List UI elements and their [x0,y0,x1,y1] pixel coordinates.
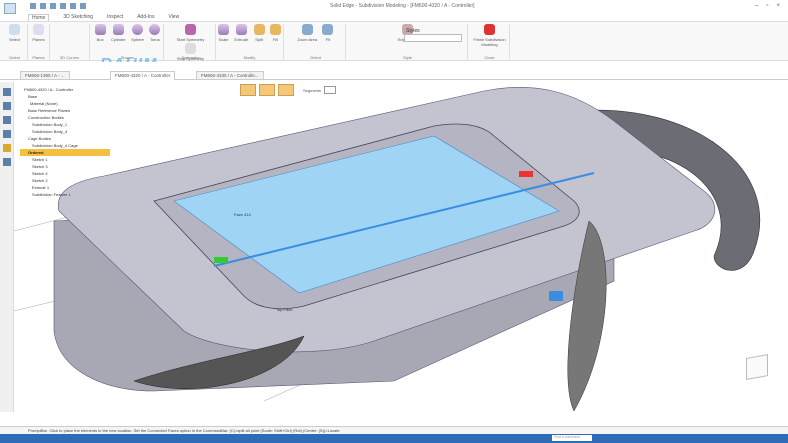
tab-view[interactable]: View [168,14,179,21]
command-bar: Segments [240,84,337,96]
view-cube[interactable] [746,354,768,380]
ribbon: Select Select Planes Planes 3D Curves Box … [0,21,788,61]
tab-3d-sketching[interactable]: 3D Sketching [63,14,93,21]
tree-item[interactable]: Sketch 2 [20,177,110,184]
group-3d-curves: 3D Curves [50,24,90,60]
fit-button[interactable]: Fit [322,24,334,42]
feature-library-icon[interactable] [3,158,11,166]
prompt-bar: PromptBar Click to place the elements in… [0,426,788,434]
planes-button[interactable]: Planes [32,24,45,42]
title-bar: Solid Edge - Subdivision Modeling - [FM6… [0,0,788,14]
document-tabs: FM600-1390 / A - ... FM600-4320 / A - Co… [0,62,788,80]
segments-label: Segments [303,87,322,93]
tree-item[interactable]: Subdivision Body_4 [20,128,110,135]
tree-item[interactable]: Ordered [20,149,110,156]
options-button[interactable] [240,84,256,96]
pathfinder-tree: FM600-4320 / A - Controller Base Material … [20,86,110,198]
select-button[interactable]: Select [9,24,20,42]
group-planes: Planes Planes [28,24,50,60]
redo-icon[interactable] [80,3,86,9]
group-symmetry: Start Symmetry Stop Symmetry Symmetry [166,24,216,61]
start-symmetry-button[interactable]: Start Symmetry [177,24,204,42]
sphere-button[interactable]: Sphere [131,24,144,42]
quick-access-toolbar [30,3,86,9]
tree-item[interactable]: FM600-4320 / A - Controller [20,86,110,93]
tab-home[interactable]: Home [28,14,50,21]
torus-button[interactable]: Torus [149,24,161,42]
prompt-message: Click to place the elements in the new l… [49,428,340,433]
tree-item[interactable]: Sketch 1 [20,156,110,163]
group-select: Select Select [2,24,28,60]
styles-dropdown[interactable] [404,34,462,42]
group-modify: Scale Extrude Split Fill Modify [216,24,284,60]
doc-tab-3[interactable]: FM600-4330 / A - Controlle... [196,71,264,80]
undo-icon[interactable] [70,3,76,9]
ribbon-tabs: Home 3D Sketching Inspect Add-Ins View [28,14,179,21]
application-button[interactable] [4,3,16,14]
3d-viewport[interactable]: Face 414 Top Face [14,81,788,414]
doc-tab-1[interactable]: FM600-1390 / A - ... [20,71,70,80]
box-button[interactable]: Box [94,24,106,42]
tree-item[interactable]: Sketch 4 [20,170,110,177]
left-toolstrip [0,82,14,412]
prompt-label: PromptBar [28,428,48,433]
blue-handle [549,291,563,301]
fill-button[interactable]: Fill [269,24,281,42]
sensors-icon[interactable] [3,130,11,138]
status-bar: Find a command [0,434,788,443]
tree-item[interactable]: Base Reference Planes [20,107,110,114]
group-orient: Zoom Area Fit Orient [286,24,346,60]
minimize-button[interactable]: – [755,3,758,9]
scale-button[interactable]: Scale [218,24,230,42]
find-command-input[interactable]: Find a command [552,435,592,441]
tree-item[interactable]: Extrude 1 [20,184,110,191]
tree-item[interactable]: Sketch 3 [20,163,110,170]
doc-tab-2[interactable]: FM600-4320 / A - Controller [110,71,176,80]
segments-input[interactable] [324,86,337,94]
print-icon[interactable] [60,3,66,9]
layers-icon[interactable] [3,116,11,124]
library-icon[interactable] [3,102,11,110]
group-shapes: Box Cylinder Sphere Torus Shapes [92,24,164,60]
group-close: Finish Subdivision Modeling Close [470,24,510,60]
top-face-label: Top Face [276,307,293,312]
tab-inspect[interactable]: Inspect [107,14,123,21]
tree-item[interactable]: Construction Bodies [20,114,110,121]
tree-item[interactable]: Cage Bodies [20,135,110,142]
split-button[interactable]: Split [253,24,265,42]
tree-item[interactable]: Base [20,93,110,100]
green-handle [214,257,228,263]
tree-item[interactable]: Subdivision Feature 1 [20,191,110,198]
rotate-button[interactable] [278,84,294,96]
group-style: Edge Style Styles Style [348,24,468,60]
move-button[interactable] [259,84,275,96]
window-title: Solid Edge - Subdivision Modeling - [FM6… [330,3,475,9]
save-icon[interactable] [50,3,56,9]
new-icon[interactable] [30,3,36,9]
key-icon[interactable] [3,144,11,152]
close-button[interactable]: × [776,3,780,9]
pathfinder-icon[interactable] [3,88,11,96]
tree-item[interactable]: Subdivision Body_1 [20,121,110,128]
maximize-button[interactable]: ▫ [766,3,768,9]
open-icon[interactable] [40,3,46,9]
finish-subdivision-button[interactable]: Finish Subdivision Modeling [472,24,507,47]
red-handle [519,171,533,177]
model-view: Face 414 Top Face [14,86,760,412]
tree-item[interactable]: Material (None) [20,100,110,107]
cylinder-button[interactable]: Cylinder [111,24,126,42]
face-label: Face 414 [234,212,251,217]
tab-add-ins[interactable]: Add-Ins [137,14,154,21]
tree-item[interactable]: Subdivision Body_4 Cage [20,142,110,149]
extrude-button[interactable]: Extrude [234,24,248,42]
zoom-area-button[interactable]: Zoom Area [298,24,317,42]
